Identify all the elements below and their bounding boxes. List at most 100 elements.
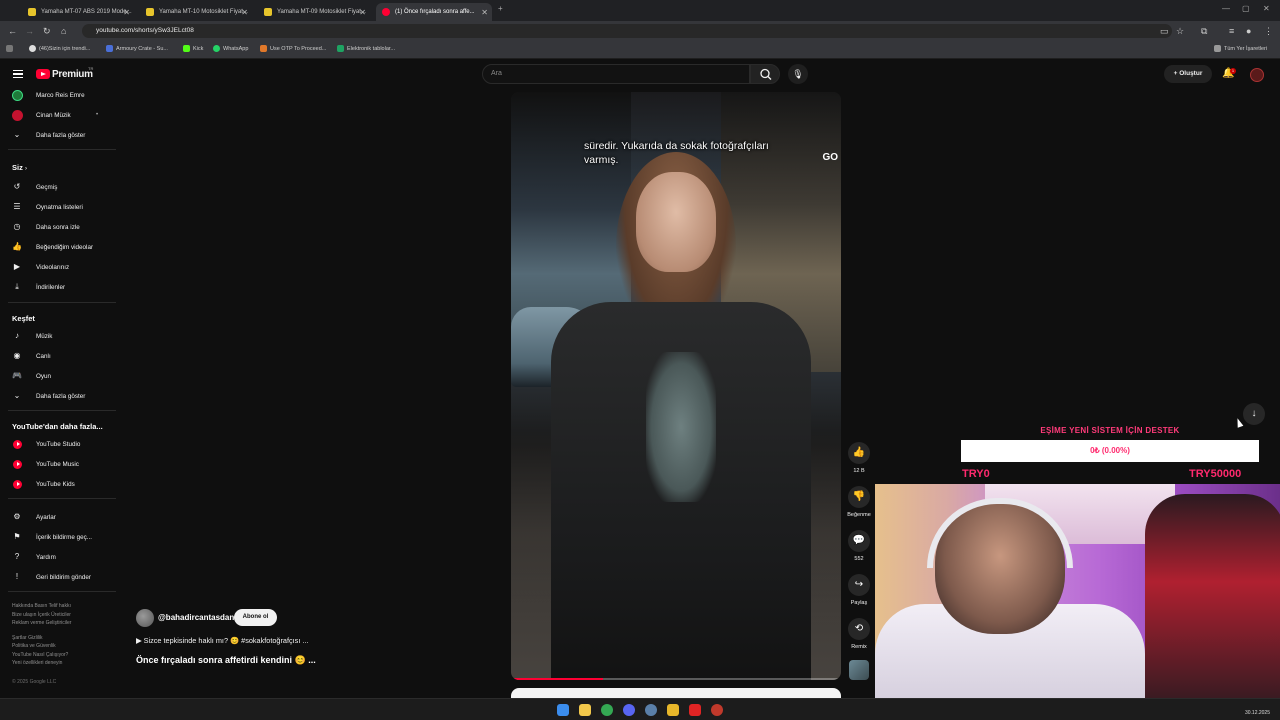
sidebar-item-help[interactable]: ? Yardım [0,548,118,566]
minimize-icon[interactable]: — [1222,4,1230,13]
tab-search-icon[interactable]: ≡ [1229,26,1234,36]
sidebar-item-music[interactable]: ♪ Müzik [0,327,118,345]
search-input[interactable]: Ara [482,64,750,84]
browser-tab[interactable]: Yamaha MT-07 ABS 2019 Mode... ✕ [22,3,134,21]
sidebar-item-history[interactable]: ↺ Geçmiş [0,178,118,196]
home-icon[interactable]: ⌂ [61,26,66,36]
sidebar-item-playlists[interactable]: ☰ Oynatma listeleri [0,198,118,216]
sidebar-item-youtube-studio[interactable]: YouTube Studio [0,435,118,453]
comment-count: 552 [854,556,864,562]
sidebar-item-marco-reis-emre[interactable]: Marco Reis Emre [0,86,118,104]
apps-grid-icon[interactable] [6,45,13,52]
windows-start-icon[interactable] [557,704,569,716]
sidebar-item-report-history[interactable]: ⚑ İçerik bildirme geç... [0,528,118,546]
tab-close-icon[interactable]: ✕ [359,8,366,17]
microphone-icon[interactable]: 🎙 [788,64,808,84]
taskbar [0,698,1280,720]
bookmark-item[interactable]: Armoury Crate - Su... [106,45,168,52]
section-heading-more-from-youtube: YouTube'dan daha fazla... [12,422,103,431]
next-short-preview[interactable] [511,688,841,698]
tab-close-icon[interactable]: ✕ [123,8,130,17]
video-progress-bar[interactable] [511,678,841,680]
forward-arrow-icon[interactable]: → [25,26,34,36]
sidebar-item-send-feedback[interactable]: ! Geri bildirim gönder [0,568,118,586]
steam-icon[interactable] [645,704,657,716]
dislike-action[interactable]: 👎 Beğenme [844,486,874,518]
remix-action[interactable]: ⟲ Remix [844,618,874,650]
divider [8,498,116,499]
browser-menu-icon[interactable]: ⋮ [1264,26,1273,36]
app-icon[interactable] [667,704,679,716]
new-tab-icon[interactable]: + [498,4,503,13]
next-short-arrow-icon[interactable]: ↓ [1243,403,1265,425]
sidebar-item-watch-later[interactable]: ◷ Daha sonra izle [0,218,118,236]
sidebar-item-show-more-explore[interactable]: ⌄ Daha fazla göster [0,387,118,405]
short-description[interactable]: ▶ Sizce tepkisinde haklı mı? 😊 #sokakfot… [136,636,308,645]
sidebar-item-your-videos[interactable]: ▶ Videolarınız [0,258,118,276]
file-explorer-icon[interactable] [579,704,591,716]
reload-icon[interactable]: ↻ [43,26,51,36]
menu-hamburger-icon[interactable] [13,70,23,78]
sidebar-item-gaming[interactable]: 🎮 Oyun [0,367,118,385]
youtube-music-icon [13,459,22,469]
obs-icon[interactable] [689,704,701,716]
create-button[interactable]: + Oluştur [1164,65,1212,83]
tab-favicon-icon [382,8,390,16]
bookmark-star-icon[interactable]: ☆ [1176,26,1184,36]
remix-label: Remix [851,644,867,650]
browser-tab[interactable]: Yamaha MT-10 Motosiklet Fiyat... ✕ [140,3,252,21]
footer-links[interactable]: Hakkında Basın Telif hakkı Bize ulaşın İ… [12,602,71,668]
video-progress-fill [511,678,604,680]
bookmark-item[interactable]: Kick [183,45,203,52]
browser-tab[interactable]: Yamaha MT-09 Motosiklet Fiyat... ✕ [258,3,370,21]
channel-name[interactable]: @bahadircantasdan [158,613,234,622]
all-bookmarks[interactable]: Tüm Yer İşaretleri [1214,45,1267,52]
share-icon[interactable]: ↪ [848,574,870,596]
profile-icon[interactable]: ● [1246,26,1251,36]
tiktok-icon [29,45,36,52]
sidebar-item-show-more-subs[interactable]: ⌄ Daha fazla göster [0,126,118,144]
remix-icon[interactable]: ⟲ [848,618,870,640]
channel-avatar[interactable] [136,609,154,627]
comment-icon[interactable]: 💬 [848,530,870,552]
section-heading-you[interactable]: Siz › [12,163,27,172]
chrome-icon[interactable] [601,704,613,716]
sidebar-item-youtube-music[interactable]: YouTube Music [0,455,118,473]
maximize-icon[interactable]: ▢ [1242,4,1250,13]
thumbs-down-icon[interactable]: 👎 [848,486,870,508]
bookmark-item[interactable]: (46)Sizin için trendi... [29,45,90,52]
tab-close-icon[interactable]: ✕ [481,8,488,17]
sidebar-item-live[interactable]: ◉ Canlı [0,347,118,365]
search-button[interactable] [750,64,780,84]
short-title[interactable]: Önce fırçaladı sonra affetirdi kendini 😊… [136,655,316,666]
shorts-video-player[interactable]: süredir. Yukarıda da sokak fotoğrafçılar… [511,92,841,680]
close-window-icon[interactable]: ✕ [1263,4,1270,13]
app-icon[interactable] [711,704,723,716]
cast-icon[interactable]: ▭ [1160,26,1169,36]
youtube-kids-icon [13,479,22,489]
sidebar-item-cinan-muzik[interactable]: Cinan Müzik • [0,106,118,124]
share-action[interactable]: ↪ Paylaş [844,574,874,606]
youtube-logo-icon[interactable] [36,69,50,79]
thumbs-up-icon[interactable]: 👍 [848,442,870,464]
sidebar-item-downloads[interactable]: ⤓ İndirilenler [0,278,118,296]
sidebar-item-liked-videos[interactable]: 👍 Beğendiğim videolar [0,238,118,256]
bookmark-item[interactable]: Elektronik tablolar... [337,45,395,52]
subscribe-button[interactable]: Abone ol [234,609,277,626]
brand-name[interactable]: Premium [52,69,93,80]
bookmark-item[interactable]: WhatsApp [213,45,248,52]
sidebar-item-youtube-kids[interactable]: YouTube Kids [0,475,118,493]
url-field[interactable]: youtube.com/shorts/ySw3JELct08 [82,24,1172,38]
extensions-icon[interactable]: ⧉ [1201,26,1207,36]
like-action[interactable]: 👍 12 B [844,442,874,474]
sidebar-item-settings[interactable]: ⚙ Ayarlar [0,508,118,526]
tab-close-icon[interactable]: ✕ [241,8,248,17]
comments-action[interactable]: 💬 552 [844,530,874,562]
bookmark-item[interactable]: Use OTP To Proceed... [260,45,326,52]
account-avatar[interactable] [1250,68,1264,82]
notification-badge: 1 [1230,68,1236,74]
discord-icon[interactable] [623,704,635,716]
back-arrow-icon[interactable]: ← [8,26,17,36]
browser-tab-active[interactable]: (1) Önce fırçaladı sonra affe... ✕ [376,3,492,21]
sound-thumbnail[interactable] [849,660,869,680]
